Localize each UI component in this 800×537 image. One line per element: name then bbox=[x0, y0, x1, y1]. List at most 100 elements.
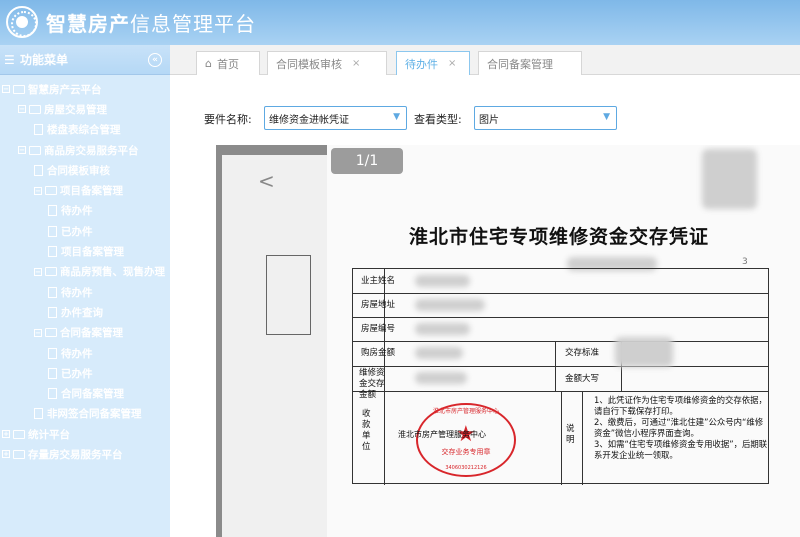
fund-label: 维修资金交存金额 bbox=[359, 368, 385, 400]
document-table-fragment bbox=[266, 255, 311, 335]
tab-pending[interactable]: 待办件 × bbox=[396, 51, 470, 75]
tab-home[interactable]: ⌂ 首页 bbox=[196, 51, 260, 75]
folder-icon bbox=[45, 328, 57, 338]
sidebar-item[interactable]: − 项目备案管理 bbox=[0, 180, 170, 200]
view-type-value: 图片 bbox=[479, 114, 499, 126]
file-icon bbox=[48, 225, 57, 237]
sidebar-item-label: 商品房交易服务平台 bbox=[44, 144, 139, 157]
sidebar-item-label: 办件查询 bbox=[61, 306, 103, 319]
collapse-icon[interactable]: − bbox=[34, 267, 42, 276]
close-icon[interactable]: × bbox=[352, 58, 360, 69]
house-no-label: 房屋编号 bbox=[361, 324, 396, 334]
stamp-subtitle: 交存业务专用章 bbox=[441, 448, 491, 456]
sidebar-item[interactable]: 已办件 bbox=[0, 363, 170, 383]
sidebar-item-label: 已办件 bbox=[61, 225, 93, 238]
sidebar-item[interactable]: − 商品房预售、现售办理 bbox=[0, 262, 170, 282]
sidebar-item-label: 合同备案管理 bbox=[60, 327, 123, 340]
tab-label: 合同模板审核 bbox=[276, 57, 342, 71]
file-icon bbox=[48, 286, 57, 298]
close-icon[interactable]: × bbox=[448, 58, 456, 69]
sidebar-item[interactable]: 待办件 bbox=[0, 282, 170, 302]
view-type-select[interactable]: 图片 ▼ bbox=[474, 106, 617, 130]
sidebar-item-label: 合同备案管理 bbox=[61, 388, 124, 401]
sidebar-header: ☰ 功能菜单 « bbox=[0, 45, 170, 75]
sidebar-item[interactable]: 已办件 bbox=[0, 221, 170, 241]
collapse-icon[interactable]: − bbox=[2, 85, 10, 94]
file-icon bbox=[34, 124, 43, 136]
file-icon bbox=[48, 205, 57, 217]
previous-icon[interactable]: < bbox=[258, 169, 275, 193]
sidebar-item-label: 商品房预售、现售办理 bbox=[60, 266, 165, 279]
sidebar-item[interactable]: + 存量房交易服务平台 bbox=[0, 444, 170, 464]
sidebar: ☰ 功能菜单 « − 智慧房产云平台 − 房屋交易管理 楼盘表综合管理 − 商品房交易服务平… bbox=[0, 45, 170, 537]
doc-name-select[interactable]: 维修资金进帐凭证 ▼ bbox=[264, 106, 407, 130]
logo-icon bbox=[6, 6, 38, 38]
folder-icon bbox=[45, 267, 57, 277]
sidebar-item[interactable]: − 智慧房产云平台 bbox=[0, 79, 170, 99]
menu-tree: − 智慧房产云平台 − 房屋交易管理 楼盘表综合管理 − 商品房交易服务平台 合同模板审核 − 项… bbox=[0, 75, 170, 465]
sidebar-item-label: 统计平台 bbox=[28, 428, 70, 441]
page-counter: 1/1 bbox=[331, 148, 403, 174]
doc-name-value: 维修资金进帐凭证 bbox=[269, 114, 349, 126]
folder-icon bbox=[29, 104, 41, 114]
file-icon bbox=[48, 388, 57, 400]
stamp-number: 3406030212126 bbox=[445, 465, 487, 471]
collapse-icon[interactable]: − bbox=[34, 186, 42, 195]
sidebar-item[interactable]: 待办件 bbox=[0, 343, 170, 363]
stamp-label: 淮北市房产管理服务中心 bbox=[398, 430, 486, 439]
sidebar-item[interactable]: 非网签合同备案管理 bbox=[0, 404, 170, 424]
sidebar-item[interactable]: − 商品房交易服务平台 bbox=[0, 140, 170, 160]
certificate-photo: 淮北市住宅专项维修资金交存凭证 3 业主姓名 房屋地址 房屋编号 购房金额 交存… bbox=[327, 145, 800, 537]
expand-icon[interactable]: + bbox=[2, 450, 10, 459]
collapse-icon[interactable]: − bbox=[34, 328, 42, 337]
expand-icon[interactable]: + bbox=[2, 430, 10, 439]
collapse-icon[interactable]: − bbox=[18, 105, 26, 114]
collapse-sidebar-button[interactable]: « bbox=[148, 53, 162, 67]
sidebar-item-label: 楼盘表综合管理 bbox=[47, 124, 121, 137]
sidebar-item-label: 待办件 bbox=[61, 205, 93, 218]
sidebar-item[interactable]: − 合同备案管理 bbox=[0, 323, 170, 343]
sidebar-item[interactable]: 合同模板审核 bbox=[0, 160, 170, 180]
sidebar-title: 功能菜单 bbox=[20, 53, 69, 67]
folder-icon bbox=[29, 145, 41, 155]
sidebar-item[interactable]: 合同备案管理 bbox=[0, 383, 170, 403]
sidebar-item-label: 合同模板审核 bbox=[47, 164, 110, 177]
file-icon bbox=[34, 164, 43, 176]
sidebar-item-label: 项目备案管理 bbox=[60, 185, 123, 198]
sidebar-item[interactable]: 项目备案管理 bbox=[0, 241, 170, 261]
note-item: 3、如需“住宅专项维修资金专用收据”，后期联系开发企业统一领取。 bbox=[594, 439, 768, 460]
sidebar-item[interactable]: − 房屋交易管理 bbox=[0, 99, 170, 119]
file-icon bbox=[48, 306, 57, 318]
sidebar-item-label: 房屋交易管理 bbox=[44, 103, 107, 116]
file-icon bbox=[48, 246, 57, 258]
file-icon bbox=[48, 367, 57, 379]
sidebar-item[interactable]: 待办件 bbox=[0, 201, 170, 221]
certificate-number: 3 bbox=[742, 257, 748, 267]
sidebar-item-label: 项目备案管理 bbox=[61, 246, 124, 259]
collapse-icon[interactable]: − bbox=[18, 146, 26, 155]
tab-contract-template-review[interactable]: 合同模板审核 × bbox=[267, 51, 387, 75]
stamp-org-text: 淮北市房产管理服务中心 bbox=[432, 408, 499, 415]
file-icon bbox=[48, 347, 57, 359]
sidebar-item-label: 待办件 bbox=[61, 347, 93, 360]
receiver-label: 收款单位 bbox=[362, 409, 371, 452]
note-label: 说明 bbox=[566, 424, 575, 445]
doc-name-label: 要件名称: bbox=[204, 113, 252, 126]
sidebar-item[interactable]: 楼盘表综合管理 bbox=[0, 120, 170, 140]
sidebar-item[interactable]: 办件查询 bbox=[0, 302, 170, 322]
certificate-notes: 1、此凭证作为住宅专项维修资金的交存依据，请自行下载保存打印。 2、缴费后，可通… bbox=[594, 395, 770, 461]
certificate-title: 淮北市住宅专项维修资金交存凭证 bbox=[409, 226, 710, 248]
app-header: 智慧房产信息管理平台 bbox=[0, 0, 800, 45]
file-icon bbox=[34, 408, 43, 420]
tab-contract-filing[interactable]: 合同备案管理 bbox=[478, 51, 582, 75]
tab-label: 待办件 bbox=[405, 57, 438, 71]
redacted-qr bbox=[702, 149, 757, 209]
tab-label: 首页 bbox=[216, 57, 239, 71]
sidebar-item-label: 存量房交易服务平台 bbox=[28, 448, 123, 461]
amount-upper-label: 金额大写 bbox=[565, 374, 600, 384]
standard-label: 交存标准 bbox=[565, 348, 600, 358]
sidebar-item[interactable]: + 统计平台 bbox=[0, 424, 170, 444]
chevron-down-icon: ▼ bbox=[603, 112, 610, 122]
owner-label: 业主姓名 bbox=[361, 276, 396, 286]
folder-icon bbox=[13, 429, 25, 439]
